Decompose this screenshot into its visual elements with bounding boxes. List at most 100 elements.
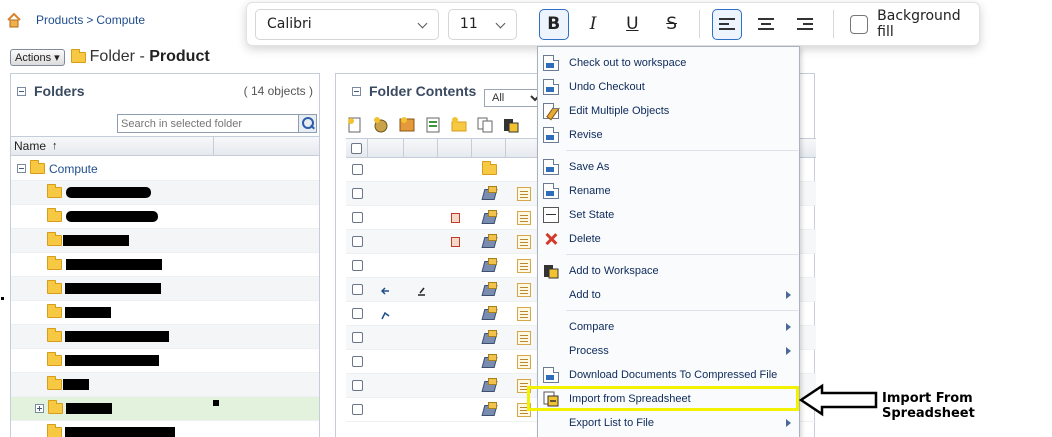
row-checkbox[interactable] (351, 284, 363, 295)
context-menu: Check out to workspace Undo Checkout Edi… (537, 46, 800, 437)
folder-search-input[interactable] (118, 115, 298, 132)
attachment-icon[interactable] (450, 212, 460, 223)
tree-row[interactable] (11, 349, 319, 373)
background-fill-checkbox[interactable] (849, 14, 869, 34)
undo-checkout-icon (543, 79, 559, 95)
document-icon[interactable] (517, 234, 531, 249)
redacted-label (63, 235, 129, 246)
actions-button[interactable]: Actions ▾ (10, 48, 65, 66)
menu-separator (566, 254, 798, 255)
set-state-icon (543, 207, 559, 223)
menu-item-add-to[interactable]: Add to (538, 284, 799, 306)
tree-row[interactable] (11, 181, 319, 205)
background-fill-toggle[interactable]: Background fill (849, 8, 979, 40)
grid-column-header[interactable] (368, 139, 404, 157)
tree-row[interactable] (11, 229, 319, 253)
new-list-icon[interactable] (424, 116, 442, 134)
menu-item-undo-checkout[interactable]: Undo Checkout (538, 76, 799, 98)
menu-item-add-to-workspace[interactable]: Add to Workspace (538, 260, 799, 282)
menu-item-save-as[interactable]: Save As (538, 156, 799, 178)
breadcrumb-compute-link[interactable]: Compute (96, 13, 145, 27)
folder-contents-title: Folder Contents (369, 83, 477, 99)
toolbar-divider (698, 10, 700, 38)
new-object-icon[interactable] (398, 116, 416, 134)
collapse-folders-icon[interactable] (17, 86, 26, 96)
document-icon[interactable] (517, 330, 531, 345)
row-checkbox[interactable] (351, 164, 363, 175)
tree-row[interactable] (11, 421, 319, 437)
page-title: Folder - Product (89, 48, 210, 65)
status-icon (417, 285, 426, 296)
new-document-icon[interactable] (346, 116, 364, 134)
view-filter-select[interactable]: All (484, 89, 544, 107)
checkout-icon (543, 55, 559, 71)
search-icon[interactable] (298, 115, 316, 132)
strikethrough-button[interactable]: S (656, 9, 686, 40)
tree-row-compute[interactable]: Compute (11, 157, 319, 181)
folder-icon (48, 400, 63, 414)
grid-column-header[interactable] (472, 139, 506, 157)
tree-row[interactable] (11, 205, 319, 229)
menu-item-delete[interactable]: Delete (538, 228, 799, 250)
font-size-select[interactable]: 11 (447, 8, 517, 40)
menu-item-download-documents[interactable]: Download Documents To Compressed File (538, 364, 799, 386)
tree-row[interactable] (11, 373, 319, 397)
menu-item-edit-multiple[interactable]: Edit Multiple Objects (538, 100, 799, 122)
menu-item-export-list[interactable]: Export List to File (538, 412, 799, 434)
align-left-button[interactable] (711, 8, 743, 40)
redacted-label (66, 259, 162, 270)
document-icon[interactable] (517, 282, 531, 297)
tree-row[interactable] (11, 253, 319, 277)
new-part-icon[interactable] (372, 116, 390, 134)
tree-row[interactable] (11, 277, 319, 301)
name-column-header[interactable]: Name ↑ (11, 137, 214, 155)
folders-panel: Folders ( 14 objects ) Name↑ Compute (10, 73, 320, 437)
row-checkbox[interactable] (351, 380, 363, 391)
menu-item-process[interactable]: Process (538, 340, 799, 362)
row-checkbox[interactable] (351, 212, 363, 223)
align-right-button[interactable] (790, 9, 820, 40)
collapse-contents-icon[interactable] (352, 86, 361, 96)
chevron-down-icon (495, 18, 506, 28)
menu-item-revise[interactable]: Revise (538, 124, 799, 146)
row-checkbox[interactable] (351, 356, 363, 367)
tree-row[interactable] (11, 301, 319, 325)
redacted-label (65, 307, 111, 318)
select-all-checkbox[interactable] (351, 142, 362, 154)
bold-button[interactable]: B (538, 8, 569, 40)
grid-column-header[interactable] (404, 139, 438, 157)
grid-column-header[interactable] (438, 139, 472, 157)
home-icon[interactable] (6, 12, 22, 28)
document-icon[interactable] (517, 210, 531, 225)
attachment-icon[interactable] (450, 236, 460, 247)
align-center-button[interactable] (751, 9, 781, 40)
redacted-label (65, 427, 175, 437)
row-checkbox[interactable] (351, 308, 363, 319)
document-icon[interactable] (517, 258, 531, 273)
menu-item-set-state[interactable]: Set State (538, 204, 799, 226)
row-checkbox[interactable] (351, 188, 363, 199)
tree-row-selected[interactable] (11, 397, 319, 421)
menu-item-rename[interactable]: Rename (538, 180, 799, 202)
italic-button[interactable]: I (578, 9, 608, 40)
new-folder-icon[interactable] (450, 116, 468, 134)
underline-button[interactable]: U (617, 9, 647, 40)
tree-label-compute[interactable]: Compute (49, 162, 98, 176)
collapse-compute-icon[interactable] (17, 164, 26, 173)
tree-row[interactable] (11, 325, 319, 349)
menu-item-compare[interactable]: Compare (538, 316, 799, 338)
expand-icon[interactable] (35, 404, 44, 413)
row-checkbox[interactable] (351, 236, 363, 247)
document-icon[interactable] (517, 186, 531, 201)
copy-icon[interactable] (476, 116, 494, 134)
row-checkbox[interactable] (351, 404, 363, 415)
breadcrumb-products-link[interactable]: Products (36, 13, 83, 27)
row-checkbox[interactable] (351, 332, 363, 343)
menu-item-check-out[interactable]: Check out to workspace (538, 52, 799, 74)
document-icon[interactable] (517, 306, 531, 321)
paste-icon[interactable] (502, 116, 520, 134)
font-family-select[interactable]: Calibri (255, 8, 439, 40)
document-icon[interactable] (517, 354, 531, 369)
row-checkbox[interactable] (351, 260, 363, 271)
part-icon (482, 378, 497, 393)
